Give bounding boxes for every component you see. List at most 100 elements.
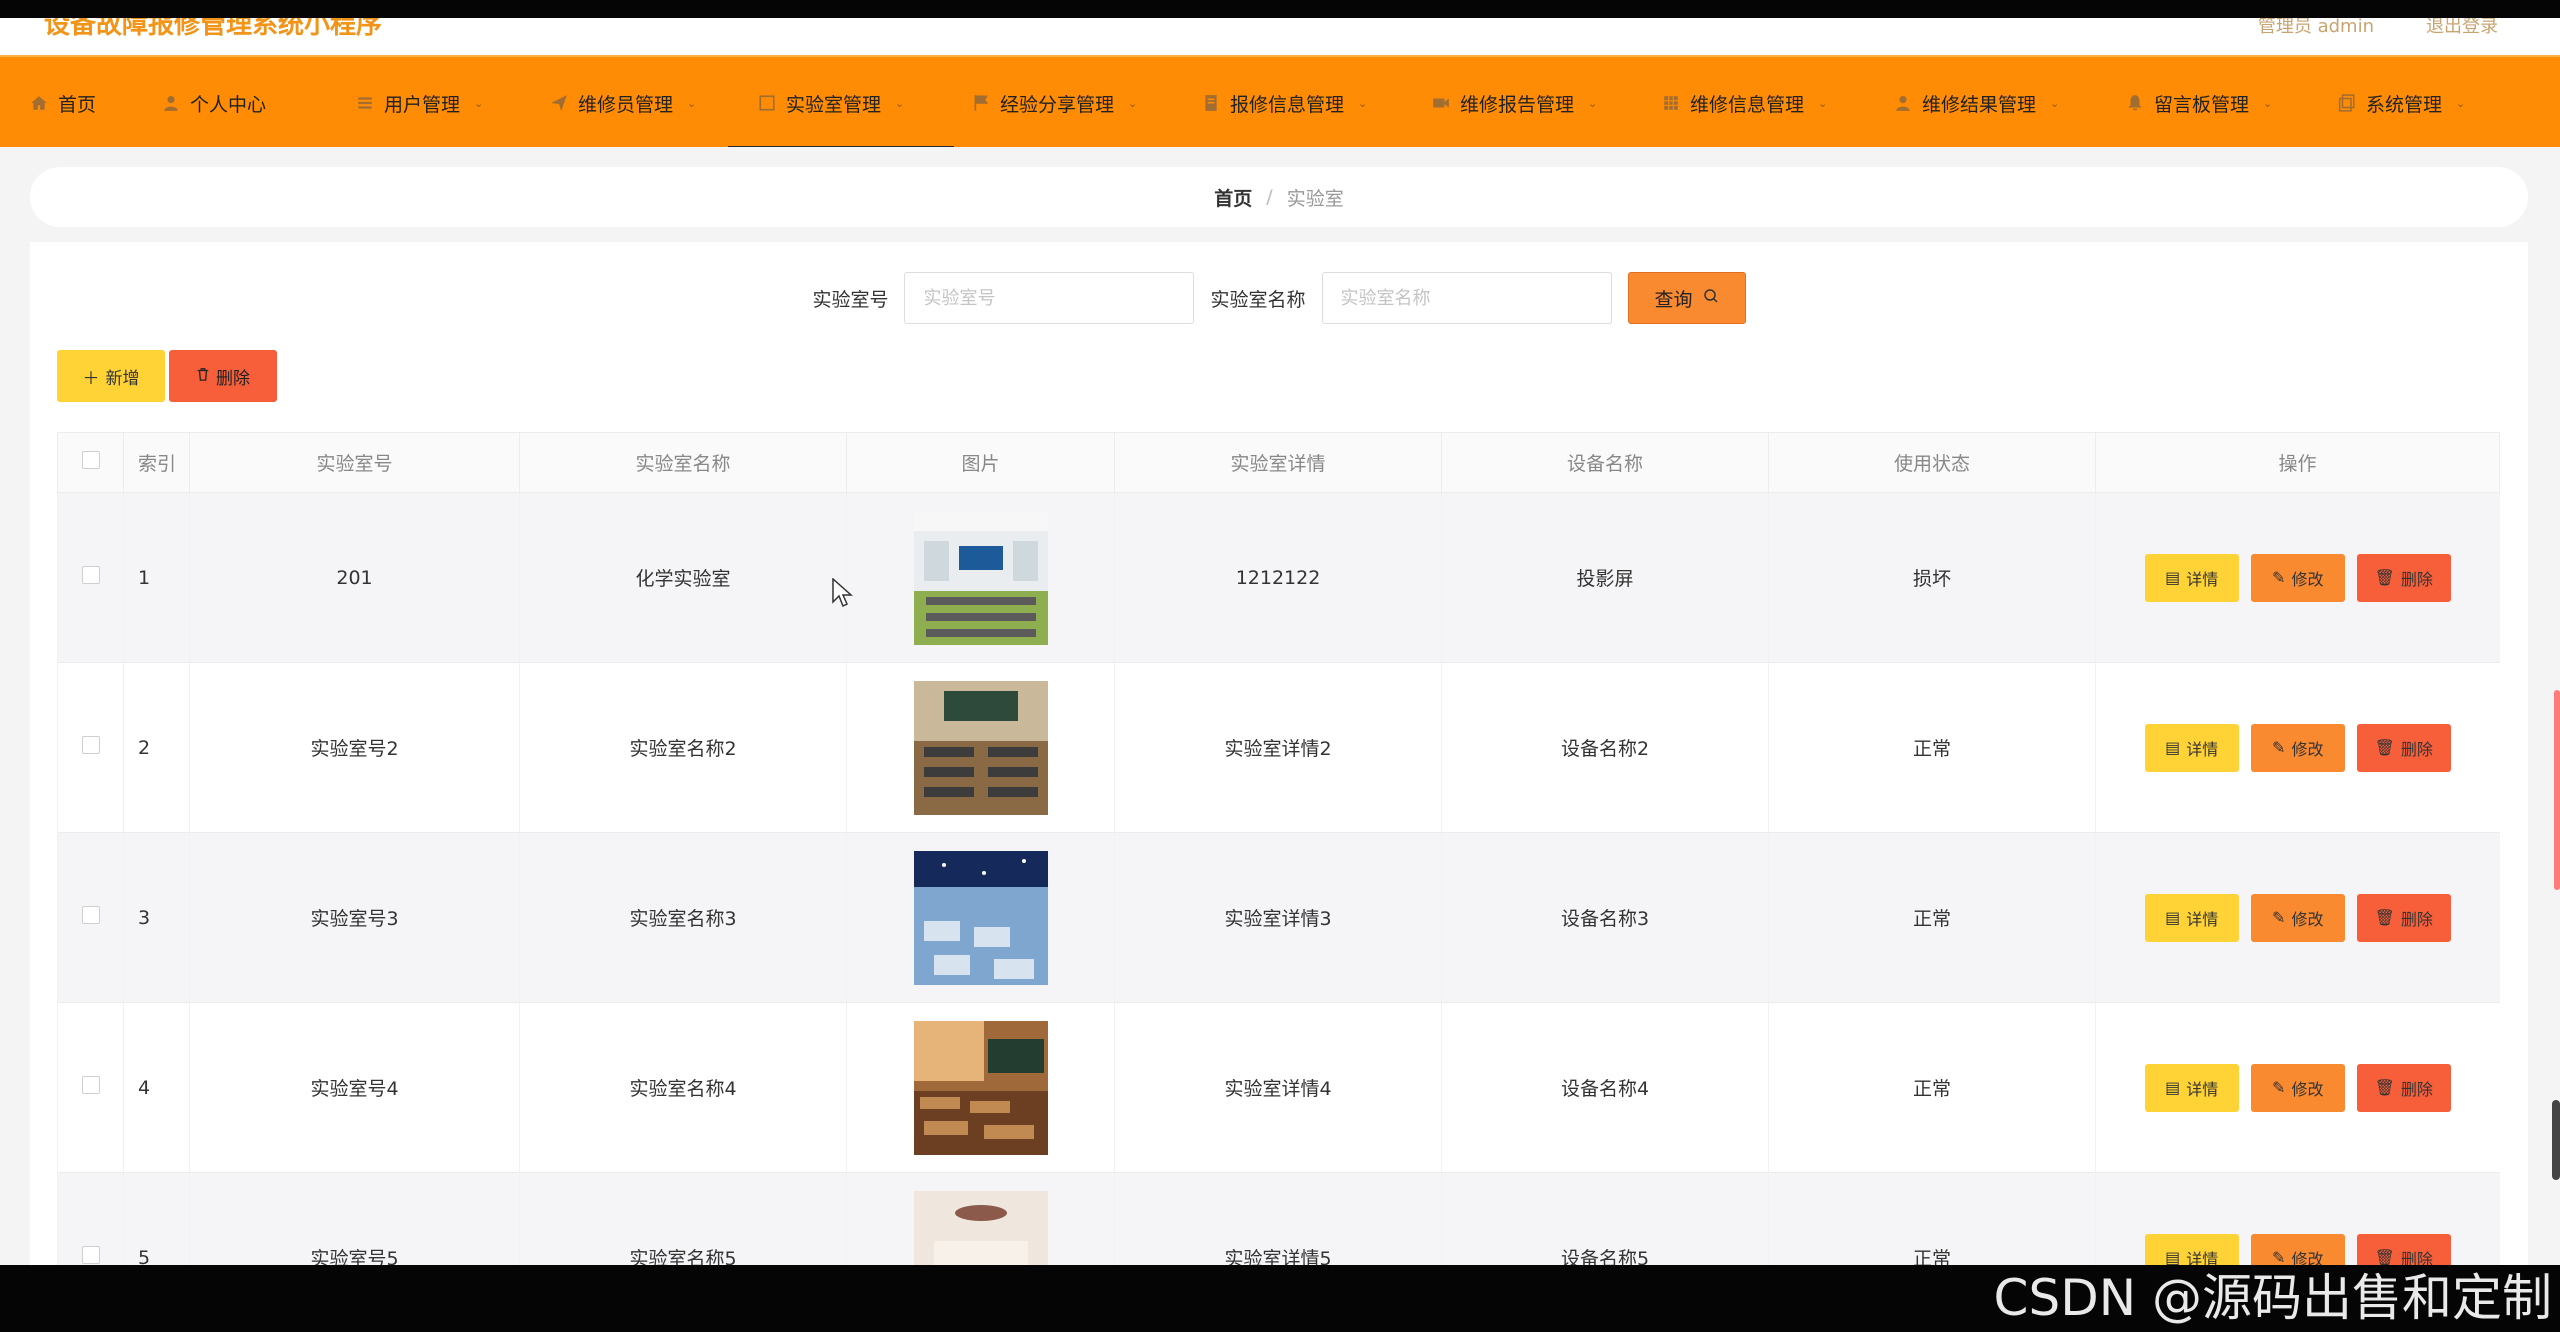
device-name-cell: 投影屏 — [1441, 492, 1769, 663]
trash-icon: 🗑 — [2374, 568, 2395, 587]
lab-detail-cell: 实验室详情4 — [1114, 1002, 1442, 1173]
delete-button[interactable]: 🗑 删除 — [2356, 1063, 2451, 1112]
detail-button[interactable]: ▤ 详情 — [2144, 893, 2239, 942]
row-checkbox[interactable] — [81, 566, 100, 584]
status-cell: 正常 — [1768, 1002, 2096, 1173]
lab-name-input[interactable] — [1321, 272, 1612, 324]
row-checkbox[interactable] — [81, 906, 100, 924]
app-header: 设备故障报修管理系统小程序 管理员 admin 退出登录 — [0, 18, 2560, 55]
column-header: 实验室详情 — [1114, 432, 1442, 493]
row-checkbox[interactable] — [81, 1246, 100, 1265]
row-index: 4 — [123, 1002, 190, 1173]
plus-icon: ＋ — [82, 368, 100, 389]
lab-photo — [913, 680, 1048, 815]
header-right-links: 管理员 admin 退出登录 — [2258, 18, 2498, 38]
delete-button[interactable]: 🗑 删除 — [2356, 723, 2451, 772]
lab-photo — [913, 850, 1048, 985]
nav-item-lab-management[interactable]: 实验室管理 ⌄ — [727, 57, 955, 149]
action-buttons: ＋ 新增 删除 — [57, 350, 277, 402]
row-checkbox[interactable] — [81, 736, 100, 754]
table-row: 1 201 化学实验室 1212122 投影屏 损坏 ▤ 详情 ✎ 修改 🗑 删… — [57, 492, 2500, 663]
home-icon — [30, 94, 48, 112]
nav-item-experience-sharing[interactable]: 经验分享管理 ⌄ — [972, 57, 1137, 149]
edit-button[interactable]: ✎ 修改 — [2250, 553, 2345, 602]
file-icon: ▤ — [2165, 1078, 2181, 1097]
square-icon — [758, 94, 776, 112]
row-index: 5 — [123, 1172, 190, 1265]
trash-icon — [196, 366, 210, 386]
detail-button[interactable]: ▤ 详情 — [2144, 1063, 2239, 1112]
device-name-cell: 设备名称4 — [1441, 1002, 1769, 1173]
status-cell: 损坏 — [1768, 492, 2096, 663]
lab-number-cell: 实验室号2 — [189, 662, 520, 833]
file-icon: ▤ — [2165, 738, 2181, 757]
table-row: 3 实验室号3 实验室名称3 实验室详情3 设备名称3 正常 ▤ 详情 ✎ 修改… — [57, 832, 2500, 1003]
edit-button[interactable]: ✎ 修改 — [2250, 723, 2345, 772]
detail-button[interactable]: ▤ 详情 — [2144, 553, 2239, 602]
bell-icon — [2126, 94, 2144, 112]
lab-number-cell: 实验室号4 — [189, 1002, 520, 1173]
row-checkbox[interactable] — [81, 1076, 100, 1094]
system-title: 设备故障报修管理系统小程序 — [44, 18, 383, 40]
nav-item-home[interactable]: 首页 — [30, 57, 96, 149]
row-index: 3 — [123, 832, 190, 1003]
nav-item-personal-center[interactable]: 个人中心 — [162, 57, 266, 149]
nav-item-repair-result[interactable]: 维修结果管理 ⌄ — [1894, 57, 2059, 149]
batch-delete-button[interactable]: 删除 — [169, 350, 277, 402]
edit-button[interactable]: ✎ 修改 — [2250, 1063, 2345, 1112]
column-header: 操作 — [2095, 432, 2500, 493]
nav-item-repair-info-management[interactable]: 维修信息管理 ⌄ — [1662, 57, 1827, 149]
query-button[interactable]: 查询 — [1627, 272, 1746, 324]
table-header-row: 索引 实验室号 实验室名称 图片 实验室详情 设备名称 使用状态 操作 — [57, 432, 2500, 493]
doc-icon — [1202, 94, 1220, 112]
add-button[interactable]: ＋ 新增 — [57, 350, 165, 402]
lab-number-label: 实验室号 — [812, 288, 889, 311]
logout-link[interactable]: 退出登录 — [2426, 18, 2498, 38]
device-name-cell: 设备名称3 — [1441, 832, 1769, 1003]
vertical-scrollbar-thumb[interactable] — [2552, 1100, 2560, 1180]
nav-item-repair-report[interactable]: 维修报告管理 ⌄ — [1432, 57, 1597, 149]
breadcrumb: 首页 / 实验室 — [30, 167, 2528, 227]
device-name-cell: 设备名称5 — [1441, 1172, 1769, 1265]
lab-photo — [913, 1190, 1048, 1265]
select-all-checkbox[interactable] — [81, 451, 100, 469]
flag-icon — [972, 94, 990, 112]
table-row: 2 实验室号2 实验室名称2 实验室详情2 设备名称2 正常 ▤ 详情 ✎ 修改… — [57, 662, 2500, 833]
grid-icon — [1662, 94, 1680, 112]
select-all-cell — [57, 432, 124, 493]
lab-detail-cell: 1212122 — [1114, 492, 1442, 663]
mouse-cursor-icon — [832, 578, 853, 608]
edit-button[interactable]: ✎ 修改 — [2250, 893, 2345, 942]
nav-item-system-management[interactable]: 系统管理 ⌄ — [2338, 57, 2465, 149]
file-icon: ▤ — [2165, 568, 2181, 587]
lab-name-label: 实验室名称 — [1210, 288, 1306, 311]
lab-number-input[interactable] — [904, 272, 1195, 324]
lab-name-cell: 实验室名称2 — [519, 662, 847, 833]
column-header: 设备名称 — [1441, 432, 1769, 493]
lab-table: 索引 实验室号 实验室名称 图片 实验室详情 设备名称 使用状态 操作 1 20… — [57, 432, 2500, 1265]
lab-name-cell: 实验室名称3 — [519, 832, 847, 1003]
delete-button[interactable]: 🗑 删除 — [2356, 893, 2451, 942]
detail-button[interactable]: ▤ 详情 — [2144, 723, 2239, 772]
current-user-link[interactable]: 管理员 admin — [2258, 18, 2374, 38]
table-row: 5 实验室号5 实验室名称5 实验室详情5 设备名称5 正常 ▤ 详情 ✎ 修改… — [57, 1172, 2500, 1265]
status-cell: 正常 — [1768, 1172, 2096, 1265]
delete-button[interactable]: 🗑 删除 — [2356, 553, 2451, 602]
column-header: 实验室号 — [189, 432, 520, 493]
lab-detail-cell: 实验室详情3 — [1114, 832, 1442, 1003]
list-panel: 实验室号 实验室名称 查询 ＋ 新增 删除 — [30, 242, 2528, 1265]
breadcrumb-home[interactable]: 首页 — [1214, 184, 1252, 211]
column-header: 图片 — [846, 432, 1115, 493]
nav-item-repairman-management[interactable]: 维修员管理 ⌄ — [550, 57, 696, 149]
nav-item-message-board[interactable]: 留言板管理 ⌄ — [2126, 57, 2272, 149]
nav-item-user-management[interactable]: 用户管理 ⌄ — [356, 57, 483, 149]
pencil-icon: ✎ — [2272, 908, 2286, 927]
pencil-icon: ✎ — [2272, 568, 2286, 587]
trash-icon: 🗑 — [2374, 1078, 2395, 1097]
search-bar: 实验室号 实验室名称 查询 — [30, 272, 2528, 324]
pencil-icon: ✎ — [2272, 738, 2286, 757]
lab-name-cell: 实验室名称5 — [519, 1172, 847, 1265]
nav-item-repair-info[interactable]: 报修信息管理 ⌄ — [1202, 57, 1367, 149]
file-icon: ▤ — [2165, 908, 2181, 927]
search-icon — [1703, 287, 1719, 309]
